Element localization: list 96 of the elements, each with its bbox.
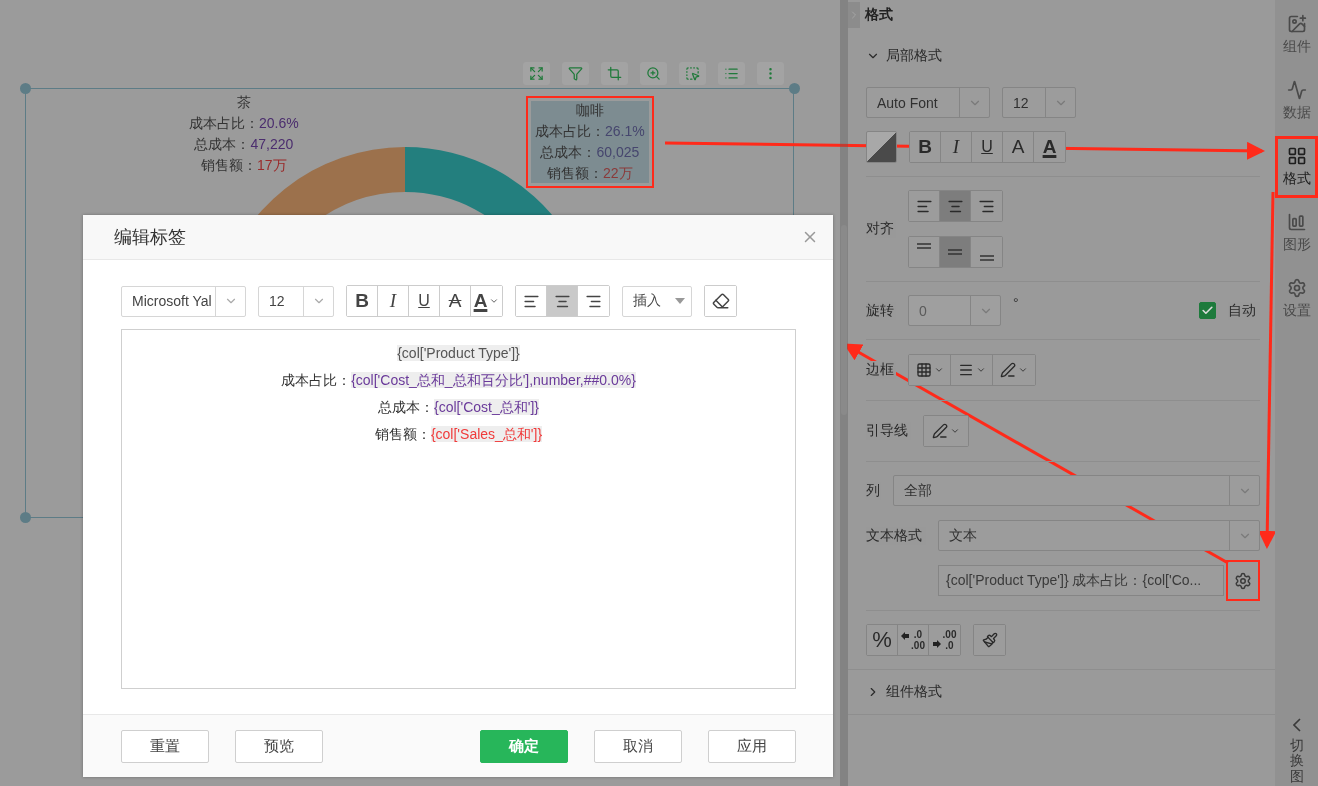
eraser-icon <box>711 292 730 310</box>
data-label: 茶 成本占比：20.6% 总成本：47,220 销售额：17万 <box>188 93 300 175</box>
section-header[interactable]: 局部格式 <box>866 44 1260 68</box>
zoom-in-icon <box>646 66 661 81</box>
data-icon <box>1286 80 1307 100</box>
size-select[interactable]: 12 <box>258 285 334 317</box>
decimal-button[interactable]: .0 .00 <box>898 625 929 655</box>
arrow-right-icon <box>932 640 941 648</box>
caret-icon <box>675 298 685 304</box>
component-icon <box>1286 14 1307 34</box>
caret-icon <box>933 365 944 375</box>
settings-icon <box>1286 278 1307 298</box>
resize-handle[interactable] <box>789 83 800 94</box>
graph-icon <box>1286 212 1307 232</box>
format-string-field[interactable]: {col['Product Type']} 成本占比：{col['Co... <box>938 565 1225 596</box>
format-icon <box>1286 146 1307 166</box>
dialog-button[interactable]: 预览 <box>235 729 323 763</box>
panel-title: 格式 <box>865 6 893 24</box>
list-icon <box>724 66 739 81</box>
pen-icon <box>1000 362 1016 378</box>
vertical-align-icon <box>979 255 994 261</box>
font-select[interactable]: Auto Font <box>866 87 990 118</box>
vertical-align-icon <box>917 243 931 249</box>
label-editor[interactable]: {col['Product Type']} 成本占比：{col['Cost_总和_总和百分比'],number,##0.0%} 总成本：{col['Cost_总和']} 销售额：{col['Sales_总和']} <box>121 329 796 689</box>
format-painter-button[interactable] <box>974 625 1005 655</box>
caret-icon <box>489 296 500 306</box>
dialog-button[interactable]: 重置 <box>121 729 209 763</box>
rail-tab[interactable]: 格式 <box>1275 136 1318 198</box>
font-select[interactable]: Microsoft Yal <box>121 285 246 317</box>
dialog-title: 编辑标签 <box>114 226 186 249</box>
border-style-button[interactable] <box>909 355 951 385</box>
text-style-button[interactable]: I <box>941 132 972 162</box>
text-style-button[interactable]: A <box>471 286 502 316</box>
grid-icon <box>915 362 932 378</box>
chart-tool-button[interactable] <box>679 62 706 85</box>
brush-icon <box>981 632 998 648</box>
field-label: 旋转 <box>866 301 896 320</box>
align-button[interactable] <box>547 286 578 316</box>
text-style-button[interactable]: A <box>1003 132 1034 162</box>
align-button[interactable] <box>516 286 547 316</box>
leader-line-button[interactable] <box>924 416 968 446</box>
insert-dropdown[interactable]: 插入 <box>622 285 692 317</box>
check-icon <box>1201 304 1214 317</box>
text-format-select[interactable]: 文本 <box>938 520 1260 551</box>
dialog-button[interactable]: 应用 <box>708 729 796 763</box>
arrow-left-icon <box>901 632 910 640</box>
chart-tool-button[interactable] <box>523 62 550 85</box>
field-label: 边框 <box>866 361 896 379</box>
caret-icon <box>1018 365 1028 375</box>
field-label: 对齐 <box>866 220 896 238</box>
chart-tool-button[interactable] <box>640 62 667 85</box>
select-icon <box>685 66 700 81</box>
fullscreen-icon <box>529 66 544 81</box>
fill-color-button[interactable] <box>866 131 897 163</box>
text-style-button[interactable]: A <box>1034 132 1065 162</box>
chart-tool-button[interactable] <box>601 62 628 85</box>
editor-line: 总成本：{col['Cost_总和']} <box>378 398 539 417</box>
chart-tool-button[interactable] <box>718 62 745 85</box>
field-label: 列 <box>866 481 881 500</box>
chart-tool-button[interactable] <box>757 62 784 85</box>
auto-checkbox[interactable] <box>1199 302 1216 319</box>
field-label: 引导线 <box>866 422 911 440</box>
settings-button[interactable] <box>1226 560 1260 601</box>
size-select[interactable]: 12 <box>1002 87 1076 118</box>
rail-tab[interactable]: 图形 <box>1275 202 1318 264</box>
align-button[interactable] <box>909 191 940 221</box>
filter-icon <box>568 66 583 81</box>
resize-handle[interactable] <box>20 83 31 94</box>
scrollbar-thumb[interactable] <box>841 225 847 415</box>
text-style-button[interactable]: B <box>910 132 941 162</box>
pen-icon <box>932 423 948 439</box>
column-select[interactable]: 全部 <box>893 475 1260 506</box>
settings-icon <box>1234 571 1253 590</box>
vertical-align-icon <box>948 249 962 255</box>
clear-format-button[interactable] <box>705 286 736 316</box>
dialog-button[interactable]: 取消 <box>594 729 682 763</box>
text-style-button[interactable]: B <box>347 286 378 316</box>
degree-sign: ° <box>1013 295 1019 311</box>
crop-icon <box>607 66 622 81</box>
chart-tool-button[interactable] <box>562 62 589 85</box>
data-label: 咖啡 成本占比：26.1% 总成本：60,025 销售额：22万 <box>526 96 654 188</box>
switch-chart-button[interactable]: 切换图 <box>1289 717 1304 784</box>
editor-line: 销售额：{col['Sales_总和']} <box>374 425 543 444</box>
section-header[interactable]: 组件格式 <box>866 680 942 704</box>
caret-icon <box>950 426 960 436</box>
lines-icon <box>957 362 974 378</box>
chevron-left-icon <box>1292 717 1301 732</box>
caret-icon <box>975 365 986 375</box>
percent-button[interactable]: % <box>867 625 898 655</box>
editor-line: 成本占比：{col['Cost_总和_总和百分比'],number,##0.0%} <box>281 371 636 390</box>
align-button[interactable] <box>940 191 971 221</box>
text-style-button[interactable]: U <box>972 132 1003 162</box>
rail-tab[interactable]: 组件 <box>1275 4 1318 66</box>
rail-tab[interactable]: 数据 <box>1275 70 1318 132</box>
rail-tab[interactable]: 设置 <box>1275 268 1318 330</box>
resize-handle[interactable] <box>20 512 31 523</box>
